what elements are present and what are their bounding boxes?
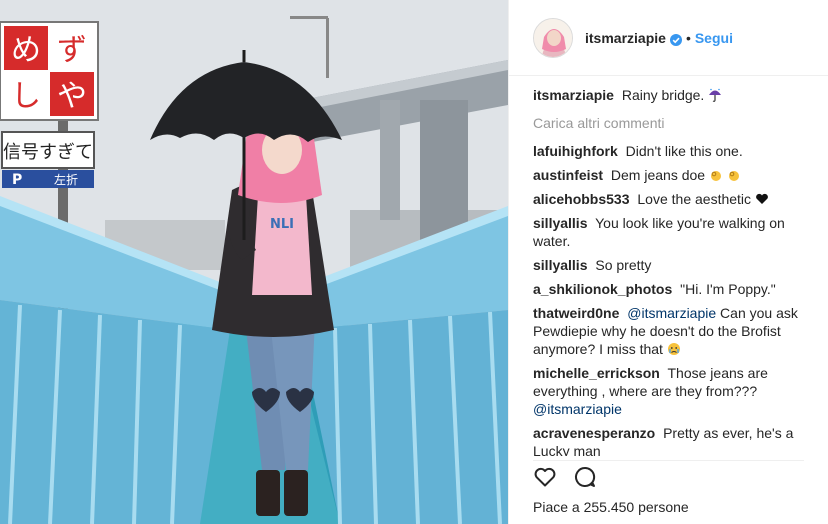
shirt-print-text: NLI bbox=[270, 217, 294, 232]
sign-char-4: や bbox=[57, 79, 87, 114]
comment-item: austinfeist Dem jeans doe bbox=[533, 166, 818, 184]
verified-badge-icon bbox=[669, 33, 682, 46]
comment-item: alicehobbs533 Love the aesthetic bbox=[533, 190, 818, 208]
comment-item: lafuihighfork Didn't like this one. bbox=[533, 142, 818, 160]
comment-item: sillyallis So pretty bbox=[533, 256, 818, 274]
post-sidebar: itsmarziapie • Segui itsmarziapie Rainy … bbox=[508, 0, 828, 524]
post-caption: itsmarziapie Rainy bridge. bbox=[533, 86, 818, 104]
comments-list[interactable]: itsmarziapie Rainy bridge. Carica altri … bbox=[533, 86, 818, 456]
comment-text: Dem jeans doe bbox=[610, 167, 706, 183]
post-header: itsmarziapie • Segui bbox=[509, 0, 828, 76]
comment-mention[interactable]: @itsmarziapie bbox=[533, 401, 622, 417]
comment-item: sillyallis You look like you're walking … bbox=[533, 214, 818, 250]
ok-hand-icon bbox=[727, 168, 741, 182]
likes-count[interactable]: Piace a 255.450 persone bbox=[533, 499, 689, 515]
load-more-comments-link[interactable]: Carica altri commenti bbox=[533, 114, 818, 132]
comment-username[interactable]: michelle_errickson bbox=[533, 365, 660, 381]
actions-divider bbox=[533, 460, 804, 461]
comment-item: a_shkilionok_photos "Hi. I'm Poppy." bbox=[533, 280, 818, 298]
comment-text: So pretty bbox=[595, 257, 652, 273]
comment-item: acravenesperanzo Pretty as ever, he's a … bbox=[533, 424, 818, 456]
header-username[interactable]: itsmarziapie bbox=[585, 30, 666, 46]
comment-username[interactable]: sillyallis bbox=[533, 215, 587, 231]
comment-username[interactable]: alicehobbs533 bbox=[533, 191, 630, 207]
comment-item: michelle_errickson Those jeans are every… bbox=[533, 364, 818, 418]
sign-p-detail: 左折 bbox=[54, 172, 78, 187]
avatar[interactable] bbox=[533, 17, 573, 58]
post-actions bbox=[533, 464, 597, 490]
sign-char-1: め bbox=[11, 33, 41, 68]
caption-username[interactable]: itsmarziapie bbox=[533, 87, 614, 103]
avatar-image bbox=[534, 18, 572, 57]
comment-text: Didn't like this one. bbox=[625, 143, 743, 159]
umbrella-rain-icon bbox=[708, 88, 722, 102]
comment-item: thatweird0ne @itsmarziapie Can you ask P… bbox=[533, 304, 818, 358]
comment-username[interactable]: acravenesperanzo bbox=[533, 425, 655, 441]
comment-text: Love the aesthetic bbox=[637, 191, 752, 207]
comment-username[interactable]: austinfeist bbox=[533, 167, 603, 183]
comment-username[interactable]: thatweird0ne bbox=[533, 305, 619, 321]
sign-char-2: ず bbox=[57, 33, 87, 68]
follow-button[interactable]: Segui bbox=[695, 30, 733, 46]
caption-text: Rainy bridge. bbox=[621, 87, 705, 103]
comment-bubble-icon[interactable] bbox=[573, 465, 597, 489]
sign-p-text: P bbox=[12, 172, 22, 188]
crying-face-icon bbox=[667, 342, 681, 356]
post-photo[interactable]: め ず し や 信号すぎて P 左折 NLI bbox=[0, 0, 508, 524]
heart-outline-icon[interactable] bbox=[533, 465, 557, 489]
comment-mention[interactable]: @itsmarziapie bbox=[627, 305, 716, 321]
header-separator: • bbox=[685, 29, 691, 46]
sign-mid-text: 信号すぎて bbox=[3, 142, 93, 163]
comment-username[interactable]: a_shkilionok_photos bbox=[533, 281, 672, 297]
comment-username[interactable]: lafuihighfork bbox=[533, 143, 618, 159]
comment-username[interactable]: sillyallis bbox=[533, 257, 587, 273]
photo-illustration: め ず し や 信号すぎて P 左折 NLI bbox=[0, 0, 508, 524]
comment-text: "Hi. I'm Poppy." bbox=[680, 281, 776, 297]
black-heart-icon bbox=[755, 192, 769, 206]
ok-hand-icon bbox=[709, 168, 723, 182]
sign-char-3: し bbox=[11, 79, 41, 114]
